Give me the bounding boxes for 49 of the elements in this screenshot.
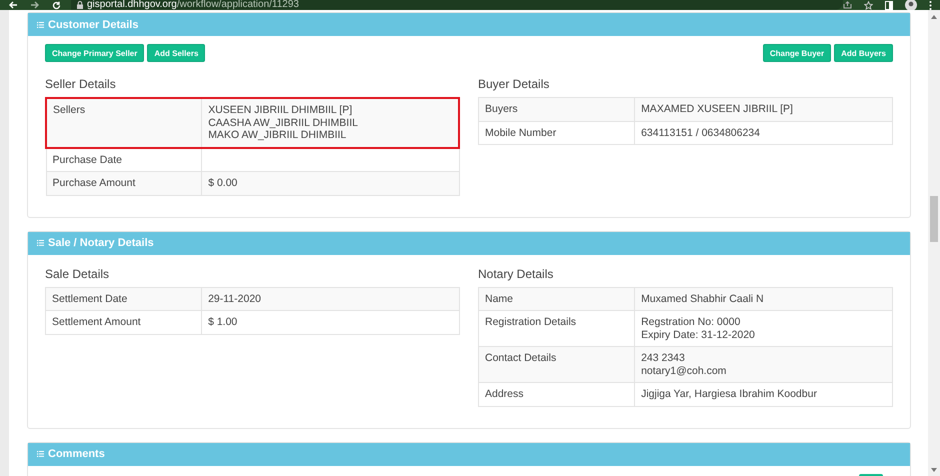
scrollbar-thumb[interactable]: [930, 196, 938, 242]
section-heading: Sale Details: [45, 266, 110, 280]
row-label: Address: [478, 382, 635, 406]
panel-title: Sale / Notary Details: [48, 237, 154, 249]
lock-icon: [77, 1, 83, 9]
row-label: Contact Details: [478, 346, 635, 382]
section-heading: Buyer Details: [478, 77, 550, 91]
row-label: Purchase Amount: [46, 172, 202, 195]
list-icon: [37, 22, 44, 28]
row-label: Name: [478, 287, 635, 310]
row-label: Settlement Date: [46, 287, 202, 310]
forward-icon[interactable]: [30, 1, 40, 9]
action-button[interactable]: Add Sellers: [147, 44, 206, 62]
row-label: Mobile Number: [478, 121, 635, 144]
action-button[interactable]: Change Primary Seller: [45, 44, 144, 62]
sidebar-icon[interactable]: [885, 0, 893, 10]
value-line: Regstration No: 0000: [641, 316, 742, 328]
list-icon: [37, 240, 44, 246]
share-icon[interactable]: [843, 1, 852, 9]
star-icon[interactable]: [864, 0, 873, 10]
reload-icon[interactable]: [52, 0, 61, 10]
section-heading: Seller Details: [45, 77, 117, 91]
menu-icon[interactable]: [929, 0, 932, 10]
value-line: notary1@coh.com: [641, 364, 728, 377]
value-line: CAASHA AW_JIBRIIL DHIMBIIL: [208, 116, 359, 129]
back-icon[interactable]: [8, 1, 18, 9]
row-value: $ 1.00: [202, 310, 460, 334]
panel-title: Comments: [48, 448, 105, 460]
scroll-down-icon[interactable]: [931, 468, 937, 472]
row-label: Buyers: [478, 98, 635, 121]
list-icon: [37, 451, 44, 457]
value-line: Expiry Date: 31-12-2020: [641, 328, 756, 341]
row-value: MAXAMED XUSEEN JIBRIIL [P]: [634, 98, 892, 121]
row-label: Settlement Amount: [46, 310, 202, 334]
value-line: 243 2343: [641, 352, 686, 364]
action-button[interactable]: Change Buyer: [762, 44, 832, 62]
avatar-icon[interactable]: [905, 0, 917, 10]
row-value: Jigjiga Yar, Hargiesa Ibrahim Koodbur: [634, 382, 892, 406]
row-value: 634113151 / 0634806234: [634, 121, 892, 144]
action-button[interactable]: Add Buyers: [834, 44, 893, 62]
row-value: $ 0.00: [202, 172, 459, 195]
row-value: 29-11-2020: [202, 287, 460, 310]
row-value: Muxamed Shabhir Caali N: [634, 287, 892, 310]
section-heading: Notary Details: [478, 266, 554, 280]
value-line: XUSEEN JIBRIIL DHIMBIIL [P]: [208, 104, 354, 116]
value-line: MAKO AW_JIBRIIL DHIMBIIL: [208, 129, 348, 142]
panel-title: Customer Details: [48, 18, 138, 30]
row-label: Sellers: [46, 98, 202, 148]
scroll-up-icon[interactable]: [931, 15, 937, 19]
